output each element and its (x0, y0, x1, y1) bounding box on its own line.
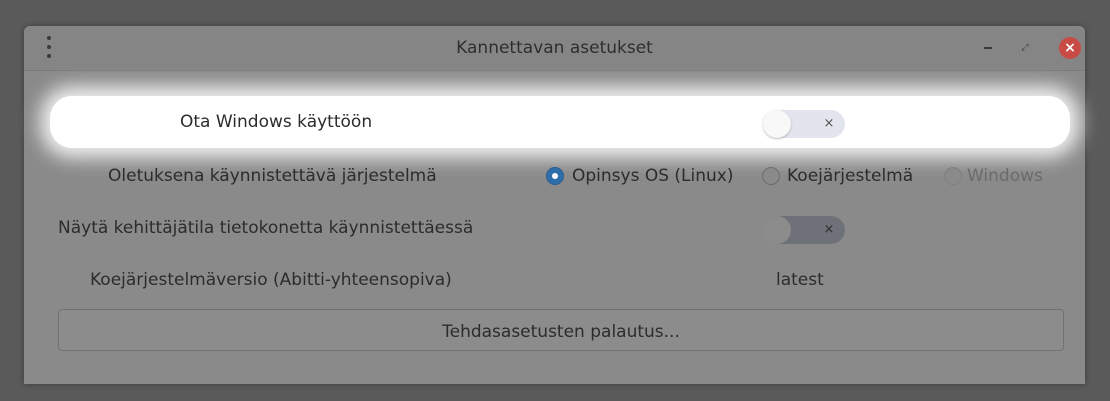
enable-windows-toggle[interactable]: × (763, 110, 845, 138)
radio-label-koejarjestelma: Koejärjestelmä (787, 166, 914, 186)
toggle-off-icon: × (823, 222, 835, 237)
maximize-icon[interactable]: ⤢ (1019, 42, 1031, 54)
default-os-label: Oletuksena käynnistettävä järjestelmä (108, 166, 437, 186)
close-icon[interactable]: × (1059, 37, 1081, 59)
settings-window: Kannettavan asetukset ⤢ × Ota Windows kä… (24, 26, 1085, 384)
radio-koejarjestelma[interactable] (762, 167, 780, 185)
minimize-icon[interactable] (984, 47, 992, 49)
factory-reset-button[interactable]: Tehdasasetusten palautus... (58, 309, 1064, 351)
radio-label-windows: Windows (967, 166, 1043, 186)
exam-version-label: Koejärjestelmäversio (Abitti-yhteensopiv… (90, 270, 452, 290)
radio-opinsys-os[interactable] (546, 167, 564, 185)
toggle-knob (763, 216, 791, 244)
toggle-off-icon: × (823, 116, 835, 131)
developer-mode-label: Näytä kehittäjätila tietokonetta käynnis… (58, 218, 474, 238)
titlebar[interactable]: Kannettavan asetukset ⤢ × (24, 26, 1085, 71)
enable-windows-label: Ota Windows käyttöön (180, 112, 373, 132)
radio-label-opinsys-os: Opinsys OS (Linux) (572, 166, 734, 186)
developer-mode-toggle[interactable]: × (763, 216, 845, 244)
toggle-knob (763, 110, 791, 138)
exam-version-value: latest (776, 270, 824, 290)
window-title: Kannettavan asetukset (456, 38, 653, 58)
radio-windows (944, 167, 962, 185)
